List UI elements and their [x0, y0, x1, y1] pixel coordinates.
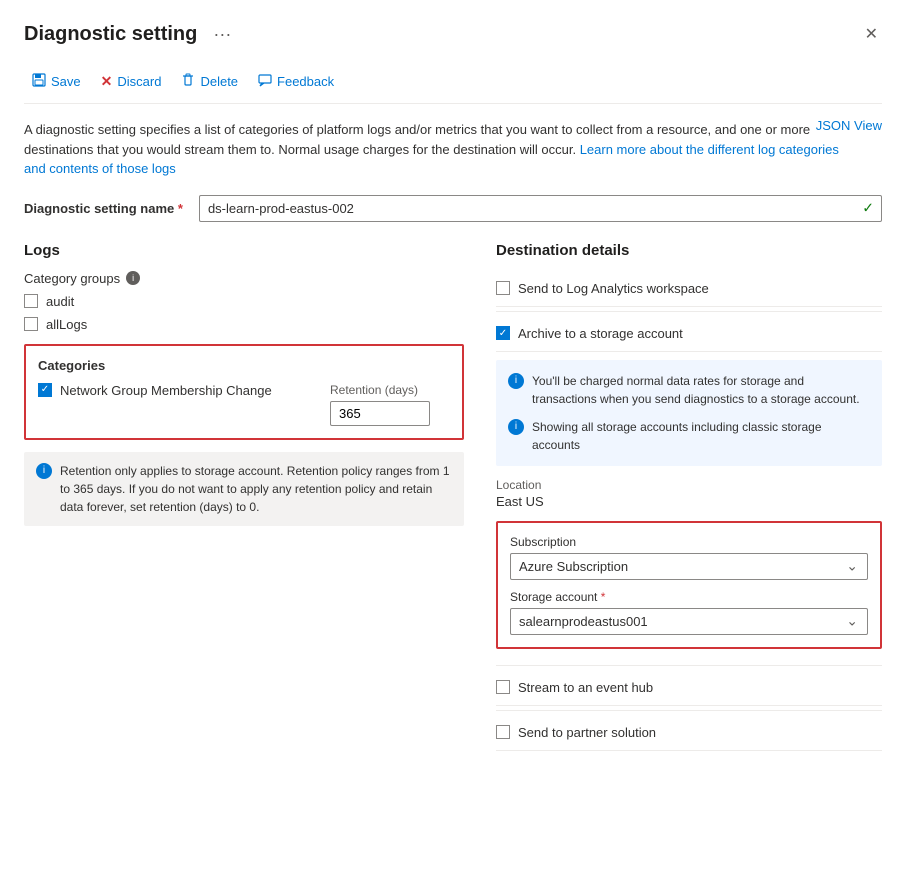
- feedback-label: Feedback: [277, 74, 334, 89]
- subscription-storage-box: Subscription Azure Subscription Storage …: [496, 521, 882, 649]
- diagnostic-name-input-container: ✓: [199, 195, 882, 222]
- subscription-select-wrapper: Azure Subscription: [510, 553, 868, 580]
- location-label: Location: [496, 478, 882, 492]
- archive-storage-option: Archive to a storage account: [496, 316, 882, 352]
- alllogs-checkbox-item[interactable]: allLogs: [24, 317, 464, 332]
- storage-account-field: Storage account * salearnprodeastus001: [510, 590, 868, 635]
- subscription-label: Subscription: [510, 535, 868, 549]
- feedback-icon: [258, 73, 272, 90]
- partner-solution-checkbox[interactable]: [496, 725, 510, 739]
- save-label: Save: [51, 74, 81, 89]
- partner-solution-label: Send to partner solution: [518, 725, 656, 740]
- storage-info-icon-2: i: [508, 419, 524, 435]
- log-analytics-label: Send to Log Analytics workspace: [518, 281, 709, 296]
- retention-column: Retention (days): [330, 383, 450, 426]
- partner-solution-option: Send to partner solution: [496, 715, 882, 751]
- storage-account-select-wrapper: salearnprodeastus001: [510, 608, 868, 635]
- save-icon: [32, 73, 46, 90]
- delete-icon: [181, 73, 195, 90]
- close-button[interactable]: ✕: [861, 20, 882, 48]
- logs-section-title: Logs: [24, 242, 464, 259]
- close-icon: ✕: [865, 26, 878, 43]
- toolbar: Save ✕ Discard Delete Feedback: [24, 60, 882, 104]
- archive-storage-label: Archive to a storage account: [518, 326, 683, 341]
- discard-icon: ✕: [101, 73, 113, 90]
- storage-account-required-star: *: [601, 590, 606, 604]
- audit-checkbox-item[interactable]: audit: [24, 294, 464, 309]
- diagnostic-name-field: Diagnostic setting name * ✓: [24, 195, 882, 222]
- event-hub-label: Stream to an event hub: [518, 680, 653, 695]
- json-view-link[interactable]: JSON View: [816, 118, 882, 133]
- delete-label: Delete: [200, 74, 238, 89]
- location-value: East US: [496, 494, 882, 509]
- storage-info-text-1: You'll be charged normal data rates for …: [532, 372, 870, 408]
- storage-info-box-1: i You'll be charged normal data rates fo…: [496, 360, 882, 466]
- category-groups-info-icon[interactable]: i: [126, 271, 140, 285]
- two-column-layout: Logs Category groups i audit allLogs Cat…: [24, 242, 882, 751]
- description: A diagnostic setting specifies a list of…: [24, 120, 844, 179]
- network-group-label: Network Group Membership Change: [60, 383, 272, 398]
- destination-section: Destination details Send to Log Analytic…: [496, 242, 882, 751]
- category-groups-label: Category groups: [24, 271, 120, 286]
- retention-label: Retention (days): [330, 383, 450, 397]
- archive-storage-checkbox[interactable]: [496, 326, 510, 340]
- feedback-button[interactable]: Feedback: [250, 68, 342, 95]
- categories-row: Network Group Membership Change Retentio…: [38, 383, 450, 426]
- delete-button[interactable]: Delete: [173, 68, 246, 95]
- storage-info-text-2: Showing all storage accounts including c…: [532, 418, 870, 454]
- discard-button[interactable]: ✕ Discard: [93, 68, 170, 95]
- storage-account-label: Storage account *: [510, 590, 868, 604]
- log-analytics-checkbox[interactable]: [496, 281, 510, 295]
- save-button[interactable]: Save: [24, 68, 89, 95]
- subscription-field: Subscription Azure Subscription: [510, 535, 868, 580]
- diagnostic-name-input[interactable]: [199, 195, 882, 222]
- storage-info-icon-1: i: [508, 373, 524, 389]
- panel-title: Diagnostic setting: [24, 23, 197, 46]
- panel-menu-dots[interactable]: ···: [213, 24, 231, 45]
- destination-section-title: Destination details: [496, 242, 882, 259]
- event-hub-option: Stream to an event hub: [496, 670, 882, 706]
- log-analytics-option: Send to Log Analytics workspace: [496, 271, 882, 307]
- category-groups-header: Category groups i: [24, 271, 464, 286]
- network-group-category: Network Group Membership Change: [38, 383, 314, 398]
- diagnostic-name-label: Diagnostic setting name *: [24, 201, 183, 216]
- logs-section: Logs Category groups i audit allLogs Cat…: [24, 242, 464, 751]
- retention-info-text: Retention only applies to storage accoun…: [60, 462, 452, 516]
- event-hub-checkbox[interactable]: [496, 680, 510, 694]
- retention-info-box: i Retention only applies to storage acco…: [24, 452, 464, 526]
- discard-label: Discard: [117, 74, 161, 89]
- alllogs-checkbox[interactable]: [24, 317, 38, 331]
- subscription-select[interactable]: Azure Subscription: [510, 553, 868, 580]
- required-star: *: [178, 201, 183, 216]
- audit-label: audit: [46, 294, 74, 309]
- retention-input[interactable]: [330, 401, 430, 426]
- audit-checkbox[interactable]: [24, 294, 38, 308]
- categories-title: Categories: [38, 358, 450, 373]
- network-group-checkbox[interactable]: [38, 383, 52, 397]
- retention-info-icon: i: [36, 463, 52, 479]
- alllogs-label: allLogs: [46, 317, 87, 332]
- categories-box: Categories Network Group Membership Chan…: [24, 344, 464, 440]
- input-valid-icon: ✓: [862, 200, 874, 217]
- storage-account-select[interactable]: salearnprodeastus001: [510, 608, 868, 635]
